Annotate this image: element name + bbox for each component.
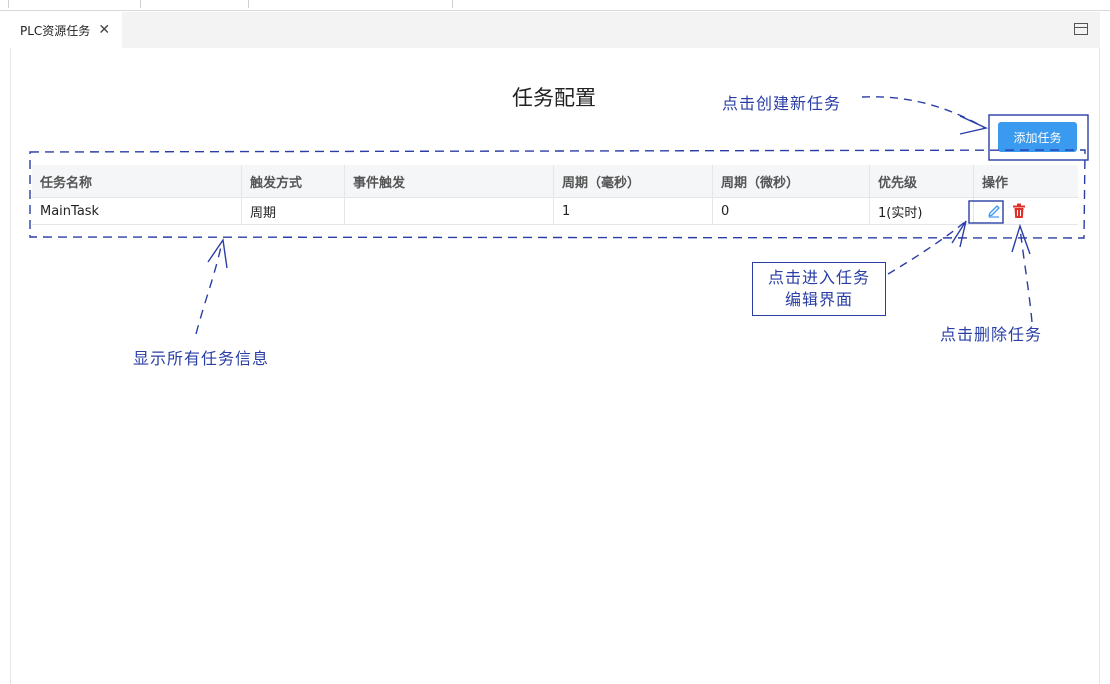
page-title: 任务配置 [512,86,596,110]
divider [140,0,141,8]
divider [8,0,9,8]
column-header: 周期（微秒） [712,165,870,198]
add-task-button[interactable]: 添加任务 [998,122,1077,152]
column-header: 周期（毫秒） [553,165,713,198]
cell-priority: 1(实时) [869,197,974,225]
tab-bar: PLC资源任务 ✕ [10,12,1100,48]
tab-label: PLC资源任务 [20,23,91,38]
column-header: 优先级 [869,165,974,198]
trash-icon[interactable] [1012,203,1026,219]
annotation-delete-hint: 点击删除任务 [940,325,1043,344]
close-icon[interactable]: ✕ [98,22,110,38]
annotation-add-hint: 点击创建新任务 [722,94,842,113]
cell-period-ms: 1 [553,197,713,225]
maximize-icon[interactable] [1074,23,1088,35]
cell-task-name: MainTask [32,197,242,225]
column-header: 事件触发 [344,165,554,198]
cell-period-us: 0 [712,197,870,225]
divider [452,0,453,8]
divider [248,0,249,8]
annotation-edit-line1: 点击进入任务 [767,268,870,287]
cell-trigger: 周期 [241,197,345,225]
annotation-edit-line2: 编辑界面 [784,290,853,309]
cell-actions [973,197,1078,225]
annotation-table-hint: 显示所有任务信息 [133,349,270,368]
table-row: MainTask 周期 1 0 1(实时) [32,197,1078,225]
cell-event [344,197,554,225]
column-header: 操作 [973,165,1078,198]
column-header: 触发方式 [241,165,345,198]
tab-plc-tasks[interactable]: PLC资源任务 ✕ [10,12,122,48]
annotation-edit-hint: 点击进入任务 编辑界面 [752,262,886,316]
edit-icon[interactable] [986,203,1002,219]
top-strip [0,0,1110,11]
column-header: 任务名称 [32,165,242,198]
table-header-row: 任务名称 触发方式 事件触发 周期（毫秒） 周期（微秒） 优先级 操作 [32,165,1078,198]
task-table: 任务名称 触发方式 事件触发 周期（毫秒） 周期（微秒） 优先级 操作 Main… [32,165,1078,225]
